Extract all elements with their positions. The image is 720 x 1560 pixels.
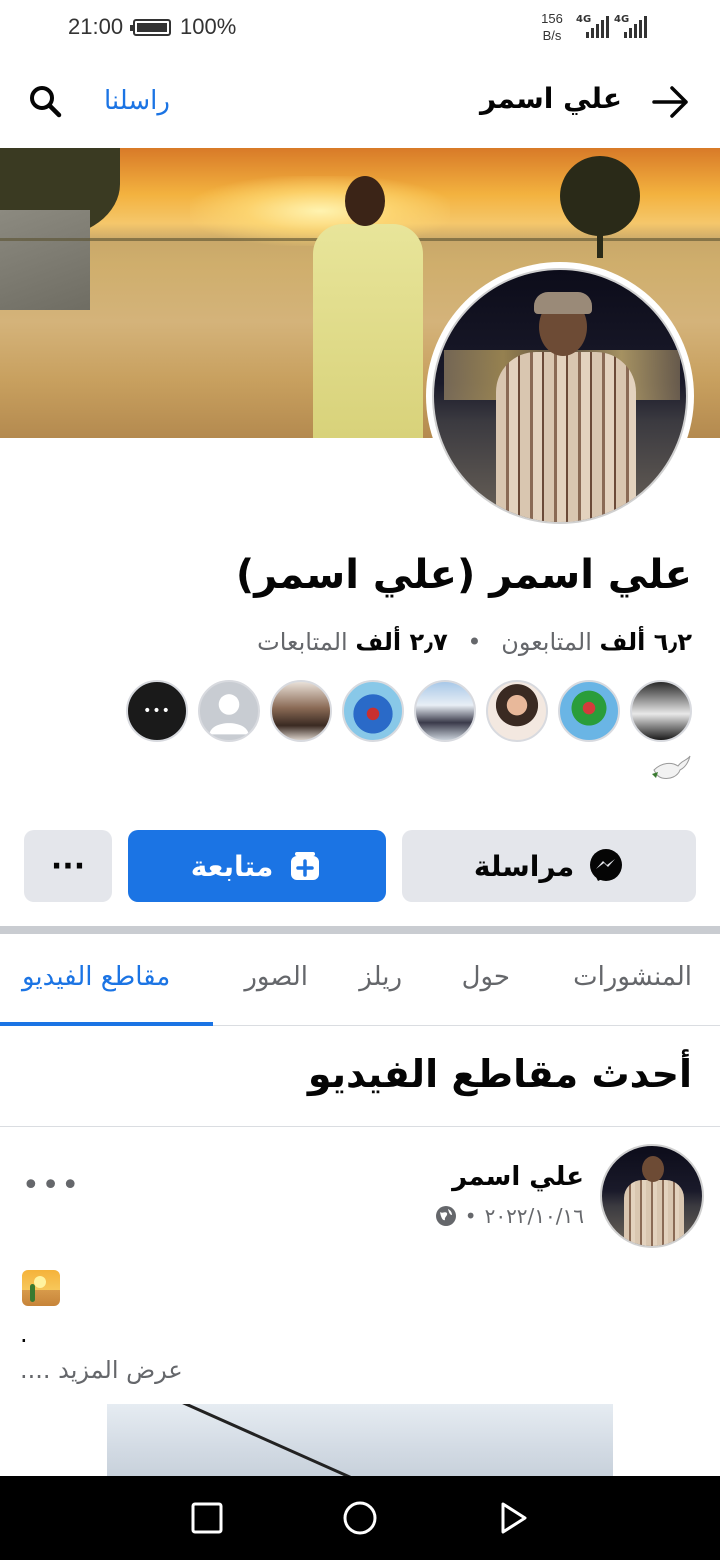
stats-row: ٦٫٢ ألف المتابعون • ٢٫٧ ألف المتابعات	[257, 628, 692, 656]
globe-icon	[435, 1206, 456, 1226]
search-icon[interactable]	[28, 84, 62, 118]
more-options-button[interactable]: ···	[24, 830, 112, 902]
follower-avatar[interactable]	[630, 680, 692, 742]
follow-button-label: متابعة	[190, 849, 274, 883]
section-title: أحدث مقاطع الفيديو	[307, 1052, 692, 1096]
signal-icon	[586, 14, 609, 38]
active-tab-indicator	[0, 1022, 213, 1026]
followers-count[interactable]: ٦٫٢ ألف	[600, 628, 692, 656]
tab-posts[interactable]: المنشورات	[573, 962, 692, 992]
post-author-avatar[interactable]	[600, 1144, 704, 1248]
signal-icon-2	[624, 14, 647, 38]
post-meta: ٢٠٢٢/١٠/١٦ •	[435, 1204, 584, 1228]
profile-name: علي اسمر (علي اسمر)	[235, 552, 692, 598]
message-button[interactable]: مراسلة	[402, 830, 696, 902]
status-bar: 21:00 100% 156 B/s 4G 4G	[0, 0, 720, 58]
status-time: 21:00	[68, 14, 124, 39]
follower-avatar[interactable]	[414, 680, 476, 742]
back-nav-icon[interactable]	[495, 1500, 531, 1536]
net-speed: 156 B/s	[532, 10, 572, 44]
stats-separator: •	[467, 628, 482, 656]
follow-button[interactable]: متابعة	[128, 830, 386, 902]
default-avatar-icon	[209, 694, 249, 735]
tab-reels[interactable]: ريلز	[359, 962, 402, 992]
desert-emoji-icon	[22, 1270, 60, 1306]
messenger-icon	[590, 849, 623, 881]
section-divider	[0, 926, 720, 934]
following-label[interactable]: المتابعات	[257, 628, 348, 656]
dove-icon	[652, 755, 691, 779]
tab-photos[interactable]: الصور	[244, 962, 308, 992]
profile-tabs: المنشورات حول ريلز الصور مقاطع الفيديو	[0, 934, 720, 1026]
follow-add-icon	[291, 852, 320, 880]
tab-videos[interactable]: مقاطع الفيديو	[22, 962, 170, 992]
net-speed-value: 156	[541, 11, 563, 26]
profile-picture[interactable]	[432, 268, 688, 524]
followers-avatars: •••	[126, 680, 692, 742]
post-date[interactable]: ٢٠٢٢/١٠/١٦	[485, 1204, 584, 1228]
following-count[interactable]: ٢٫٧ ألف	[355, 628, 447, 656]
follower-avatar[interactable]	[558, 680, 620, 742]
video-thumbnail[interactable]	[107, 1404, 613, 1476]
see-all-label: •••	[143, 703, 171, 719]
message-button-label: مراسلة	[473, 849, 575, 883]
more-options-label: ···	[50, 848, 86, 884]
follower-avatar[interactable]	[486, 680, 548, 742]
system-nav-bar	[0, 1476, 720, 1560]
post-author-name[interactable]: علي اسمر	[452, 1162, 584, 1192]
followers-label[interactable]: المتابعون	[501, 628, 592, 656]
arrow-right-icon[interactable]	[648, 80, 692, 124]
divider	[0, 1126, 720, 1127]
top-bar: علي اسمر راسلنا	[0, 58, 720, 146]
net-speed-unit: B/s	[542, 28, 562, 43]
follower-avatar[interactable]	[342, 680, 404, 742]
contact-us-link[interactable]: راسلنا	[104, 86, 170, 116]
tab-about[interactable]: حول	[462, 962, 510, 992]
post-meta-separator: •	[464, 1204, 477, 1228]
home-icon[interactable]	[342, 1500, 378, 1536]
see-all-followers[interactable]: •••	[126, 680, 188, 742]
post-body-text: .	[20, 1320, 28, 1348]
follower-avatar[interactable]	[198, 680, 260, 742]
see-more-link[interactable]: عرض المزيد ....	[20, 1356, 183, 1384]
recent-apps-icon[interactable]	[189, 1500, 225, 1536]
battery-percent: 100%	[180, 14, 237, 39]
post-more-options[interactable]: •••	[22, 1168, 81, 1203]
battery-icon	[130, 19, 171, 36]
follower-avatar[interactable]	[270, 680, 332, 742]
page-title: علي اسمر	[480, 82, 622, 115]
